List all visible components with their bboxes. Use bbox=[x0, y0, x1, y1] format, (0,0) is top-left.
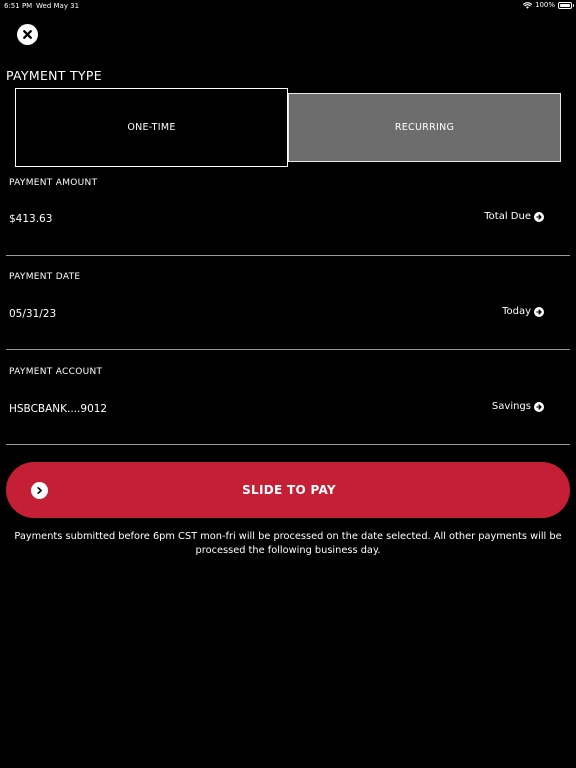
status-date: Wed May 31 bbox=[36, 2, 80, 10]
battery-icon bbox=[558, 1, 574, 9]
close-button[interactable] bbox=[17, 24, 38, 45]
payment-type-title: PAYMENT TYPE bbox=[6, 68, 102, 83]
slide-to-pay-label: SLIDE TO PAY bbox=[242, 483, 336, 497]
payment-amount-value: $413.63 bbox=[9, 213, 53, 225]
segment-one-time[interactable]: ONE-TIME bbox=[15, 88, 288, 167]
divider bbox=[6, 444, 570, 445]
payment-account-value: HSBCBANK....9012 bbox=[9, 403, 108, 415]
payment-amount-label: PAYMENT AMOUNT bbox=[9, 178, 98, 188]
wifi-icon bbox=[522, 1, 532, 9]
arrow-right-circle-icon bbox=[534, 211, 544, 222]
divider bbox=[6, 349, 570, 350]
status-bar: 6:51 PM Wed May 31 100% bbox=[0, 0, 576, 12]
payment-date-value: 05/31/23 bbox=[9, 308, 57, 320]
arrow-right-circle-icon bbox=[534, 401, 544, 412]
processing-notice: Payments submitted before 6pm CST mon-fr… bbox=[14, 531, 562, 556]
chevron-right-icon bbox=[37, 486, 42, 495]
slide-to-pay-track[interactable]: SLIDE TO PAY bbox=[6, 462, 570, 518]
segment-recurring[interactable]: RECURRING bbox=[288, 93, 561, 162]
payment-account-label: PAYMENT ACCOUNT bbox=[9, 367, 103, 377]
divider bbox=[6, 255, 570, 256]
today-label: Today bbox=[502, 306, 531, 317]
close-icon bbox=[23, 30, 32, 39]
savings-label: Savings bbox=[491, 401, 531, 412]
status-time: 6:51 PM bbox=[4, 2, 33, 10]
battery-percent: 100% bbox=[534, 1, 555, 9]
slide-to-pay-handle[interactable] bbox=[31, 482, 48, 499]
total-due-button[interactable]: Total Due bbox=[484, 211, 544, 222]
savings-button[interactable]: Savings bbox=[492, 401, 544, 412]
today-button[interactable]: Today bbox=[502, 306, 544, 317]
arrow-right-circle-icon bbox=[534, 306, 544, 317]
total-due-label: Total Due bbox=[484, 211, 531, 222]
payment-date-label: PAYMENT DATE bbox=[9, 272, 81, 282]
status-right: 100% bbox=[522, 1, 574, 9]
